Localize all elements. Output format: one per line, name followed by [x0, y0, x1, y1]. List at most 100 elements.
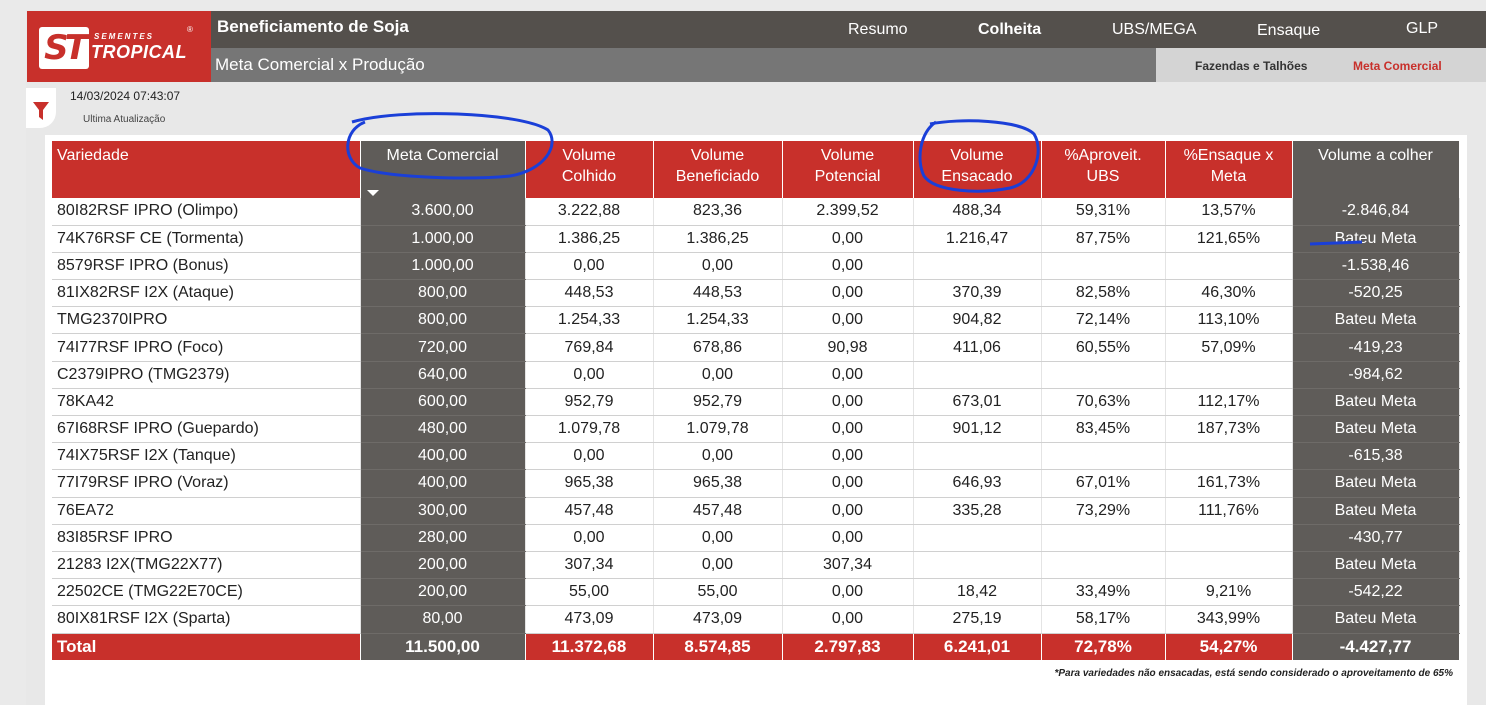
table-row[interactable]: 21283 I2X(TMG22X77) 200,00 307,34 0,00 307,3… — [52, 551, 1460, 580]
table-cell: 200,00 — [360, 551, 526, 580]
table-cell: 18,42 — [913, 578, 1042, 607]
col-header-volume-beneficiado[interactable]: Volume Beneficiado — [653, 141, 783, 198]
table-cell: 904,82 — [913, 306, 1042, 335]
table-cell: 343,99% — [1165, 605, 1293, 634]
brand-name: TROPICAL — [91, 42, 187, 62]
table-row[interactable]: C2379IPRO (TMG2379) 640,00 0,00 0,00 0,00 -98… — [52, 361, 1460, 389]
table-cell: 1.216,47 — [913, 225, 1042, 253]
table-row[interactable]: 74K76RSF CE (Tormenta) 1.000,00 1.386,25 1.… — [52, 225, 1460, 253]
table-cell: 720,00 — [360, 333, 526, 362]
table-cell: 3.600,00 — [360, 198, 526, 226]
col-header-aproveit-ubs[interactable]: %Aproveit. UBS — [1041, 141, 1166, 198]
total-cell: 54,27% — [1165, 633, 1293, 660]
table-cell: 600,00 — [360, 388, 526, 417]
table-cell: 646,93 — [913, 469, 1042, 498]
tab-fazendas-talhoes[interactable]: Fazendas e Talhões — [1195, 59, 1307, 73]
table-cell: Bateu Meta — [1292, 388, 1460, 417]
table-cell: Bateu Meta — [1292, 605, 1460, 634]
footnote: *Para variedades não ensacadas, está sen… — [1054, 668, 1454, 679]
brand-mark-icon: ST — [39, 27, 89, 69]
table-cell: 78KA42 — [52, 388, 361, 417]
table-cell: 200,00 — [360, 578, 526, 607]
table-cell: 280,00 — [360, 524, 526, 552]
table-row[interactable]: 8579RSF IPRO (Bonus) 1.000,00 0,00 0,00 0,00… — [52, 252, 1460, 281]
table-cell: 80I82RSF IPRO (Olimpo) — [52, 198, 361, 226]
table-cell: 0,00 — [653, 524, 783, 552]
table-cell: 67I68RSF IPRO (Guepardo) — [52, 415, 361, 444]
table-cell: Bateu Meta — [1292, 225, 1460, 253]
table-cell: 1.079,78 — [525, 415, 654, 444]
table-cell: Bateu Meta — [1292, 306, 1460, 335]
total-cell: 6.241,01 — [913, 633, 1042, 660]
table-cell — [913, 551, 1042, 580]
col-header-volume-ensacado[interactable]: Volume Ensacado — [913, 141, 1042, 198]
table-row[interactable]: 74I77RSF IPRO (Foco) 720,00 769,84 678,86 90… — [52, 333, 1460, 362]
total-cell: 8.574,85 — [653, 633, 783, 660]
total-cell: -4.427,77 — [1292, 633, 1460, 660]
table-row[interactable]: 74IX75RSF I2X (Tanque) 400,00 0,00 0,00 0,00… — [52, 442, 1460, 471]
col-header-ensaque-meta[interactable]: %Ensaque x Meta — [1165, 141, 1293, 198]
table-cell: 473,09 — [653, 605, 783, 634]
sort-descending-icon — [366, 190, 379, 196]
nav-ensaque[interactable]: Ensaque — [1257, 22, 1320, 40]
table-cell: 13,57% — [1165, 198, 1293, 226]
col-header-volume-a-colher[interactable]: Volume a colher — [1292, 141, 1460, 198]
tab-meta-comercial[interactable]: Meta Comercial — [1353, 59, 1442, 73]
table-cell: 161,73% — [1165, 469, 1293, 498]
table-row[interactable]: 78KA42 600,00 952,79 952,79 0,00 673,01 70,63%… — [52, 388, 1460, 417]
col-header-volume-colhido[interactable]: Volume Colhido — [525, 141, 654, 198]
table-cell: 965,38 — [653, 469, 783, 498]
table-row[interactable]: 67I68RSF IPRO (Guepardo) 480,00 1.079,78 1.… — [52, 415, 1460, 444]
col-header-meta-comercial[interactable]: Meta Comercial — [360, 141, 526, 198]
table-cell: 0,00 — [525, 524, 654, 552]
last-update-timestamp: 14/03/2024 07:43:07 — [70, 89, 181, 103]
table-cell: 0,00 — [653, 551, 783, 580]
table-row[interactable]: 76EA72 300,00 457,48 457,48 0,00 335,28 73,29%… — [52, 497, 1460, 525]
brand-logo: ST SEMENTES TROPICAL ® — [27, 11, 211, 82]
table-cell: 965,38 — [525, 469, 654, 498]
col-header-volume-potencial[interactable]: Volume Potencial — [782, 141, 914, 198]
table-cell: 0,00 — [782, 578, 914, 607]
table-cell: 83,45% — [1041, 415, 1166, 444]
table-cell: 3.222,88 — [525, 198, 654, 226]
table-cell: 800,00 — [360, 306, 526, 335]
table-cell: 0,00 — [653, 252, 783, 281]
filter-button[interactable] — [26, 88, 56, 128]
table-cell: 678,86 — [653, 333, 783, 362]
table-cell: 0,00 — [782, 361, 914, 389]
table-cell: -430,77 — [1292, 524, 1460, 552]
table-cell: -615,38 — [1292, 442, 1460, 471]
table-header-row: Variedade Meta Comercial Volume Colhido V… — [52, 141, 1460, 198]
table-row[interactable]: 80I82RSF IPRO (Olimpo) 3.600,00 3.222,88 82… — [52, 198, 1460, 226]
table-row[interactable]: 77I79RSF IPRO (Voraz) 400,00 965,38 965,38 0… — [52, 469, 1460, 498]
table-cell: 55,00 — [653, 578, 783, 607]
table-cell: 952,79 — [653, 388, 783, 417]
table-cell: 448,53 — [525, 279, 654, 308]
nav-resumo[interactable]: Resumo — [848, 21, 908, 39]
table-cell: 457,48 — [525, 497, 654, 525]
table-cell: 81IX82RSF I2X (Ataque) — [52, 279, 361, 308]
table-row[interactable]: 80IX81RSF I2X (Sparta) 80,00 473,09 473,09 0… — [52, 605, 1460, 634]
table-row[interactable]: 81IX82RSF I2X (Ataque) 800,00 448,53 448,53… — [52, 279, 1460, 308]
brand-small-text: SEMENTES — [94, 32, 155, 41]
table-cell: 9,21% — [1165, 578, 1293, 607]
table-cell: 0,00 — [782, 524, 914, 552]
table-cell — [1165, 442, 1293, 471]
table-row[interactable]: TMG2370IPRO 800,00 1.254,33 1.254,33 0,00 904… — [52, 306, 1460, 335]
table-cell: Bateu Meta — [1292, 497, 1460, 525]
table-cell — [913, 361, 1042, 389]
col-header-variedade[interactable]: Variedade — [52, 141, 361, 198]
nav-colheita[interactable]: Colheita — [978, 21, 1041, 39]
nav-ubs-mega[interactable]: UBS/MEGA — [1112, 21, 1196, 39]
table-cell: 457,48 — [653, 497, 783, 525]
table-cell: 187,73% — [1165, 415, 1293, 444]
table-cell — [1165, 252, 1293, 281]
table-cell — [1041, 524, 1166, 552]
table-cell: 823,36 — [653, 198, 783, 226]
table-cell: 60,55% — [1041, 333, 1166, 362]
table-row[interactable]: 22502CE (TMG22E70CE) 200,00 55,00 55,00 0,00… — [52, 578, 1460, 607]
table-cell: 0,00 — [782, 225, 914, 253]
nav-glp[interactable]: GLP — [1406, 20, 1438, 38]
table-row[interactable]: 83I85RSF IPRO 280,00 0,00 0,00 0,00 -430,77 — [52, 524, 1460, 552]
table-cell: 0,00 — [782, 442, 914, 471]
